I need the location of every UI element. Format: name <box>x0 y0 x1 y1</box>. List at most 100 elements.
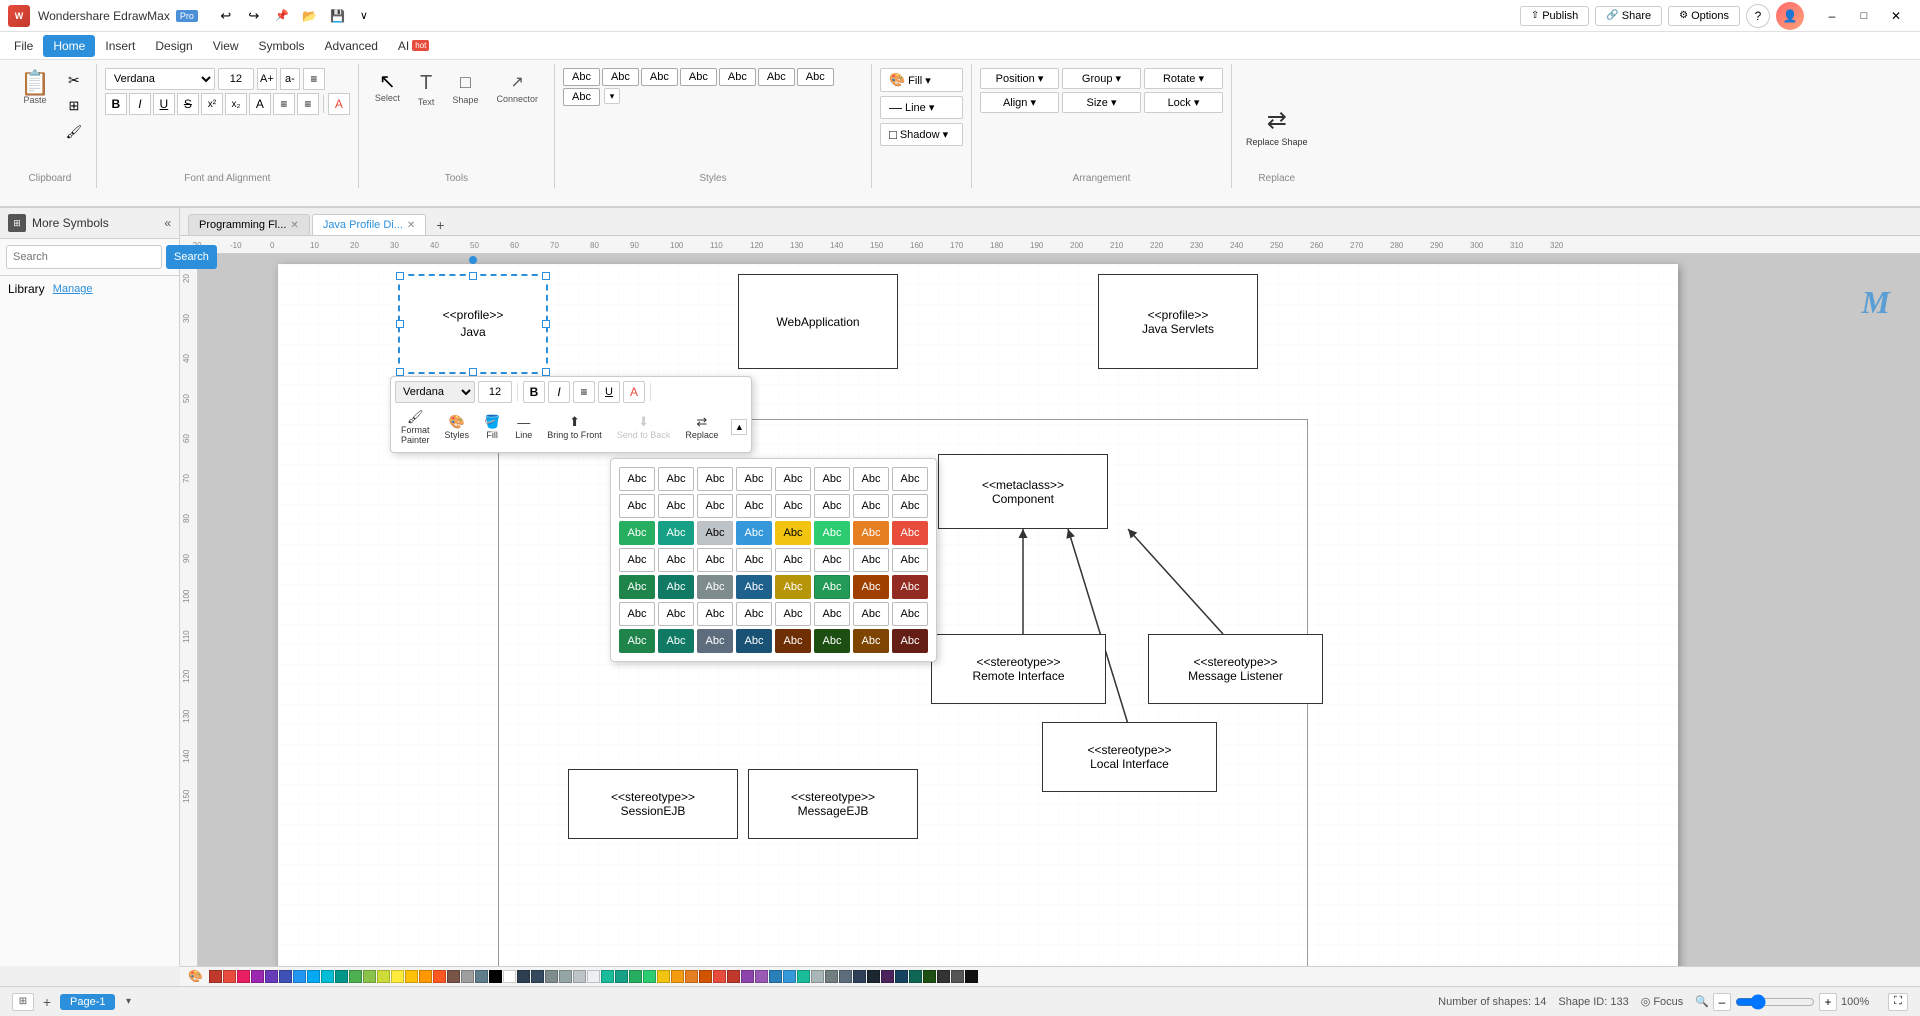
swatch[interactable] <box>573 970 586 983</box>
layout-view-btn[interactable]: ⊞ <box>12 993 34 1011</box>
bold-btn[interactable]: B <box>105 93 127 115</box>
swatch[interactable] <box>517 970 530 983</box>
swatch[interactable] <box>279 970 292 983</box>
style-cell[interactable]: Abc <box>697 602 733 626</box>
superscript-btn[interactable]: x² <box>201 93 223 115</box>
select-tool[interactable]: ↖ Select <box>367 68 408 111</box>
style-cell[interactable]: Abc <box>775 494 811 518</box>
style-cell[interactable]: Abc <box>619 467 655 491</box>
box-stereotype-local[interactable]: <<stereotype>>Local Interface <box>1042 722 1217 792</box>
style-cell[interactable]: Abc <box>892 602 928 626</box>
style-sample[interactable]: Abc <box>680 68 717 86</box>
fill-btn[interactable]: 🎨 Fill ▾ <box>880 68 963 92</box>
text-align-btn[interactable]: ≡ <box>303 68 325 90</box>
menu-design[interactable]: Design <box>145 35 202 57</box>
style-cell-d4[interactable]: Abc <box>736 629 772 653</box>
swatch[interactable] <box>447 970 460 983</box>
style-cell[interactable]: Abc <box>736 602 772 626</box>
italic-btn[interactable]: I <box>129 93 151 115</box>
options-btn[interactable]: ⚙Options <box>1668 6 1740 26</box>
style-cell[interactable]: Abc <box>697 467 733 491</box>
share-btn[interactable]: 🔗Share <box>1595 6 1662 26</box>
menu-advanced[interactable]: Advanced <box>315 35 388 57</box>
style-sample[interactable]: Abc <box>719 68 756 86</box>
menu-symbols[interactable]: Symbols <box>249 35 315 57</box>
style-cell[interactable]: Abc <box>814 467 850 491</box>
sidebar-search-input[interactable] <box>6 245 162 269</box>
sidebar-manage-link[interactable]: Manage <box>53 283 93 295</box>
swatch[interactable] <box>349 970 362 983</box>
style-cell[interactable]: Abc <box>775 548 811 572</box>
strikethrough-btn[interactable]: S <box>177 93 199 115</box>
ft-align[interactable]: ≡ <box>573 381 595 403</box>
swatch[interactable] <box>853 970 866 983</box>
style-cell[interactable]: Abc <box>658 602 694 626</box>
swatch[interactable] <box>797 970 810 983</box>
box-message-ejb[interactable]: <<stereotype>>MessageEJB <box>748 769 918 839</box>
swatch[interactable] <box>923 970 936 983</box>
style-cell-d1[interactable]: Abc <box>619 629 655 653</box>
ft-replace[interactable]: ⇄ Replace <box>679 411 724 443</box>
style-sample[interactable]: Abc <box>797 68 834 86</box>
style-cell-green[interactable]: Abc <box>619 521 655 545</box>
swatch[interactable] <box>951 970 964 983</box>
ft-italic[interactable]: I <box>548 381 570 403</box>
style-sample[interactable]: Abc <box>758 68 795 86</box>
line-btn[interactable]: — Line ▾ <box>880 96 963 119</box>
style-cell[interactable]: Abc <box>853 548 889 572</box>
style-cell[interactable]: Abc <box>619 602 655 626</box>
box-profile-java[interactable]: <<profile>>Java <box>398 274 548 374</box>
swatch[interactable] <box>251 970 264 983</box>
style-cell-d8[interactable]: Abc <box>892 629 928 653</box>
ft-underline[interactable]: U <box>598 381 620 403</box>
style-cell-cyan[interactable]: Abc <box>736 521 772 545</box>
bullet-list-btn[interactable]: ≡ <box>273 93 295 115</box>
style-cell-darkteal[interactable]: Abc <box>658 575 694 599</box>
ft-bold[interactable]: B <box>523 381 545 403</box>
box-metaclass-component[interactable]: <<metaclass>>Component <box>938 454 1108 529</box>
style-cell-darkred[interactable]: Abc <box>892 575 928 599</box>
swatch[interactable] <box>307 970 320 983</box>
swatch[interactable] <box>671 970 684 983</box>
ft-font-size[interactable] <box>478 381 512 403</box>
style-cell-yellow[interactable]: Abc <box>775 521 811 545</box>
close-btn[interactable]: ✕ <box>1880 4 1912 28</box>
style-sample[interactable]: Abc <box>641 68 678 86</box>
add-tab-btn[interactable]: + <box>428 215 452 235</box>
ft-font-family[interactable]: Verdana <box>395 381 475 403</box>
style-cell[interactable]: Abc <box>853 494 889 518</box>
box-webapplication[interactable]: WebApplication <box>738 274 898 369</box>
style-cell[interactable]: Abc <box>853 467 889 491</box>
swatch[interactable] <box>699 970 712 983</box>
menu-file[interactable]: File <box>4 35 43 57</box>
menu-home[interactable]: Home <box>43 35 95 57</box>
style-cell[interactable]: Abc <box>814 548 850 572</box>
menu-view[interactable]: View <box>203 35 249 57</box>
style-sample[interactable]: Abc <box>563 68 600 86</box>
format-painter-ribbon-btn[interactable]: 🖌 <box>60 120 88 144</box>
undo-btn[interactable]: ↩ <box>214 4 238 28</box>
subscript-btn[interactable]: x₂ <box>225 93 247 115</box>
underline-btn[interactable]: U <box>153 93 175 115</box>
style-cell[interactable]: Abc <box>658 467 694 491</box>
swatch[interactable] <box>643 970 656 983</box>
sidebar-library[interactable]: Library Manage <box>0 276 179 302</box>
replace-shape-btn[interactable]: ⇄ Replace Shape <box>1240 100 1314 153</box>
swatch[interactable] <box>727 970 740 983</box>
style-cell-d6[interactable]: Abc <box>814 629 850 653</box>
font-family-select[interactable]: Verdana <box>105 68 215 90</box>
style-cell-orange[interactable]: Abc <box>853 521 889 545</box>
style-cell[interactable]: Abc <box>775 602 811 626</box>
font-size-down-btn[interactable]: a- <box>280 68 300 90</box>
ft-fill[interactable]: 🪣 Fill <box>478 411 506 443</box>
swatch[interactable] <box>685 970 698 983</box>
cut-btn[interactable]: ✂ <box>60 68 88 92</box>
swatch[interactable] <box>489 970 502 983</box>
page-tab-active[interactable]: Page-1 <box>60 994 115 1010</box>
ft-send-back[interactable]: ⬇ Send to Back <box>611 411 677 443</box>
font-size-up-btn[interactable]: A+ <box>257 68 277 90</box>
align-btn[interactable]: Align ▾ <box>980 92 1059 113</box>
swatch[interactable] <box>601 970 614 983</box>
box-stereotype-message[interactable]: <<stereotype>>Message Listener <box>1148 634 1323 704</box>
zoom-slider[interactable] <box>1735 995 1815 1009</box>
